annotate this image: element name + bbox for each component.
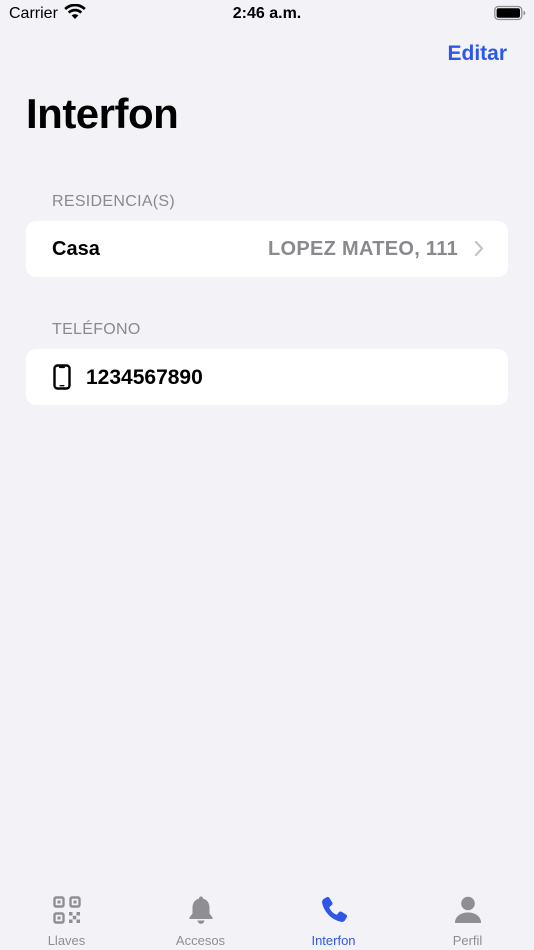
page-title: Interfon <box>26 90 179 137</box>
battery-icon <box>494 5 526 26</box>
phone-number: 1234567890 <box>86 366 203 389</box>
tab-accesos[interactable]: Accesos <box>134 880 267 950</box>
edit-button[interactable]: Editar <box>447 42 507 66</box>
mobile-phone-icon <box>53 364 71 395</box>
residence-row[interactable]: Casa LOPEZ MATEO, 111 <box>26 221 508 277</box>
tab-label: Accesos <box>175 933 226 948</box>
tab-label: Llaves <box>47 933 86 948</box>
tab-llaves[interactable]: Llaves <box>0 880 133 950</box>
status-time: 2:46 a.m. <box>232 5 302 22</box>
phone-row[interactable]: 1234567890 <box>26 349 508 405</box>
status-bar: Carrier 2:46 a.m. <box>0 0 534 28</box>
section-header-residencias: RESIDENCIA(S) <box>52 193 176 210</box>
qr-code-icon <box>52 896 81 924</box>
residence-label: Casa <box>52 238 100 260</box>
tab-label: Interfon <box>311 933 356 948</box>
tab-label: Perfil <box>452 933 483 948</box>
bell-icon <box>189 896 212 924</box>
tab-interfon[interactable]: Interfon <box>267 880 400 950</box>
tab-bar: Llaves Accesos Interfon Perfil <box>0 880 534 950</box>
chevron-right-icon <box>474 240 484 262</box>
section-header-telefono: TELÉFONO <box>52 321 141 338</box>
person-icon <box>454 896 481 923</box>
residence-address: LOPEZ MATEO, 111 <box>267 238 458 260</box>
phone-icon <box>321 896 347 922</box>
tab-perfil[interactable]: Perfil <box>401 880 534 950</box>
